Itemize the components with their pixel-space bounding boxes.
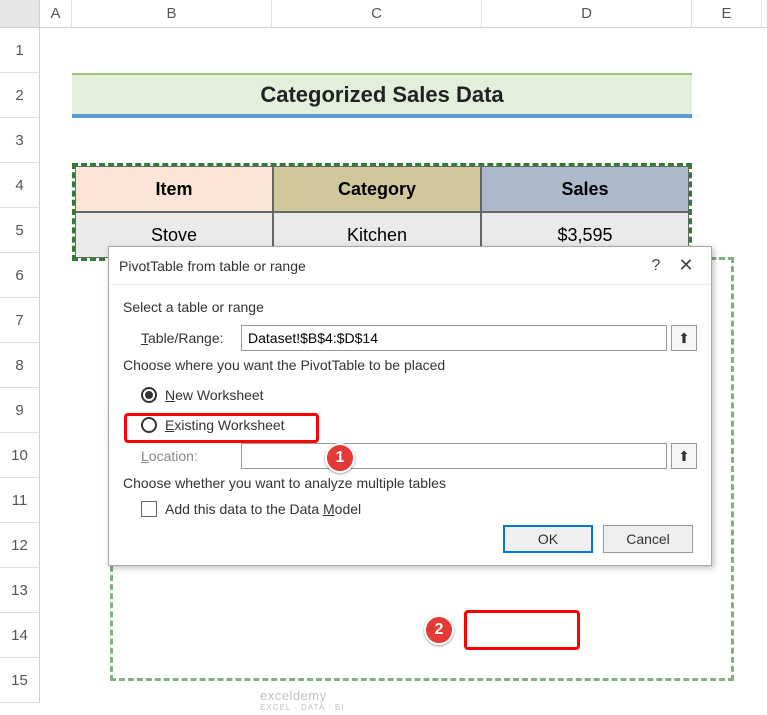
location-input[interactable] [241,443,667,469]
annotation-badge-2: 2 [424,615,454,645]
row-header-13[interactable]: 13 [0,568,40,613]
header-sales[interactable]: Sales [481,166,689,212]
location-row: Location: ⬆ [141,443,697,469]
watermark: exceldemy EXCEL · DATA · BI [260,688,344,712]
section-placement: Choose where you want the PivotTable to … [123,357,697,373]
dialog-title: PivotTable from table or range [119,258,641,274]
row-header-8[interactable]: 8 [0,343,40,388]
row-header-14[interactable]: 14 [0,613,40,658]
radio-existing-worksheet[interactable]: Existing Worksheet [141,413,697,437]
title-merged-cell[interactable]: Categorized Sales Data [72,73,692,118]
row-header-2[interactable]: 2 [0,73,40,118]
col-header-a[interactable]: A [40,0,72,27]
checkbox-data-model[interactable]: Add this data to the Data Model [141,501,697,517]
column-headers: A B C D E [0,0,767,28]
page-title: Categorized Sales Data [260,82,503,108]
radio-new-worksheet[interactable]: New Worksheet [141,383,697,407]
collapse-icon: ⬆ [678,448,690,465]
table-range-input[interactable] [241,325,667,351]
close-button[interactable]: ✕ [671,255,701,276]
row-header-11[interactable]: 11 [0,478,40,523]
row-header-1[interactable]: 1 [0,28,40,73]
table-range-label: TTable/Range:able/Range: [141,330,241,346]
header-category[interactable]: Category [273,166,481,212]
section-multiple-tables: Choose whether you want to analyze multi… [123,475,697,491]
row-header-7[interactable]: 7 [0,298,40,343]
dialog-titlebar[interactable]: PivotTable from table or range ? ✕ [109,247,711,285]
location-label: Location: [141,448,241,464]
annotation-highlight-2 [464,610,580,650]
col-header-b[interactable]: B [72,0,272,27]
table-header-row: Item Category Sales [75,166,689,212]
help-button[interactable]: ? [641,257,671,275]
ok-button[interactable]: OK [503,525,593,553]
watermark-text: exceldemy [260,688,327,703]
cancel-button[interactable]: Cancel [603,525,693,553]
row-header-3[interactable]: 3 [0,118,40,163]
dialog-body: Select a table or range TTable/Range:abl… [109,285,711,565]
row-header-12[interactable]: 12 [0,523,40,568]
table-range-row: TTable/Range:able/Range: ⬆ [141,325,697,351]
section-select-range: Select a table or range [123,299,697,315]
radio-icon [141,387,157,403]
col-header-d[interactable]: D [482,0,692,27]
dialog-buttons: OK Cancel [123,525,697,553]
range-picker-button[interactable]: ⬆ [671,325,697,351]
row-header-4[interactable]: 4 [0,163,40,208]
col-header-c[interactable]: C [272,0,482,27]
header-item[interactable]: Item [75,166,273,212]
radio-label-new: New Worksheet [165,387,264,403]
collapse-icon: ⬆ [678,330,690,347]
annotation-badge-1: 1 [325,443,355,473]
row-header-6[interactable]: 6 [0,253,40,298]
select-all-corner[interactable] [0,0,40,27]
checkbox-icon [141,501,157,517]
location-picker-button[interactable]: ⬆ [671,443,697,469]
row-headers: 1 2 3 4 5 6 7 8 9 10 11 12 13 14 15 [0,28,40,703]
radio-icon [141,417,157,433]
radio-label-existing: Existing Worksheet [165,417,285,433]
checkbox-label: Add this data to the Data Model [165,501,361,517]
row-header-9[interactable]: 9 [0,388,40,433]
row-header-5[interactable]: 5 [0,208,40,253]
pivottable-dialog: PivotTable from table or range ? ✕ Selec… [108,246,712,566]
watermark-sub: EXCEL · DATA · BI [260,703,344,712]
row-header-15[interactable]: 15 [0,658,40,703]
col-header-e[interactable]: E [692,0,762,27]
row-header-10[interactable]: 10 [0,433,40,478]
